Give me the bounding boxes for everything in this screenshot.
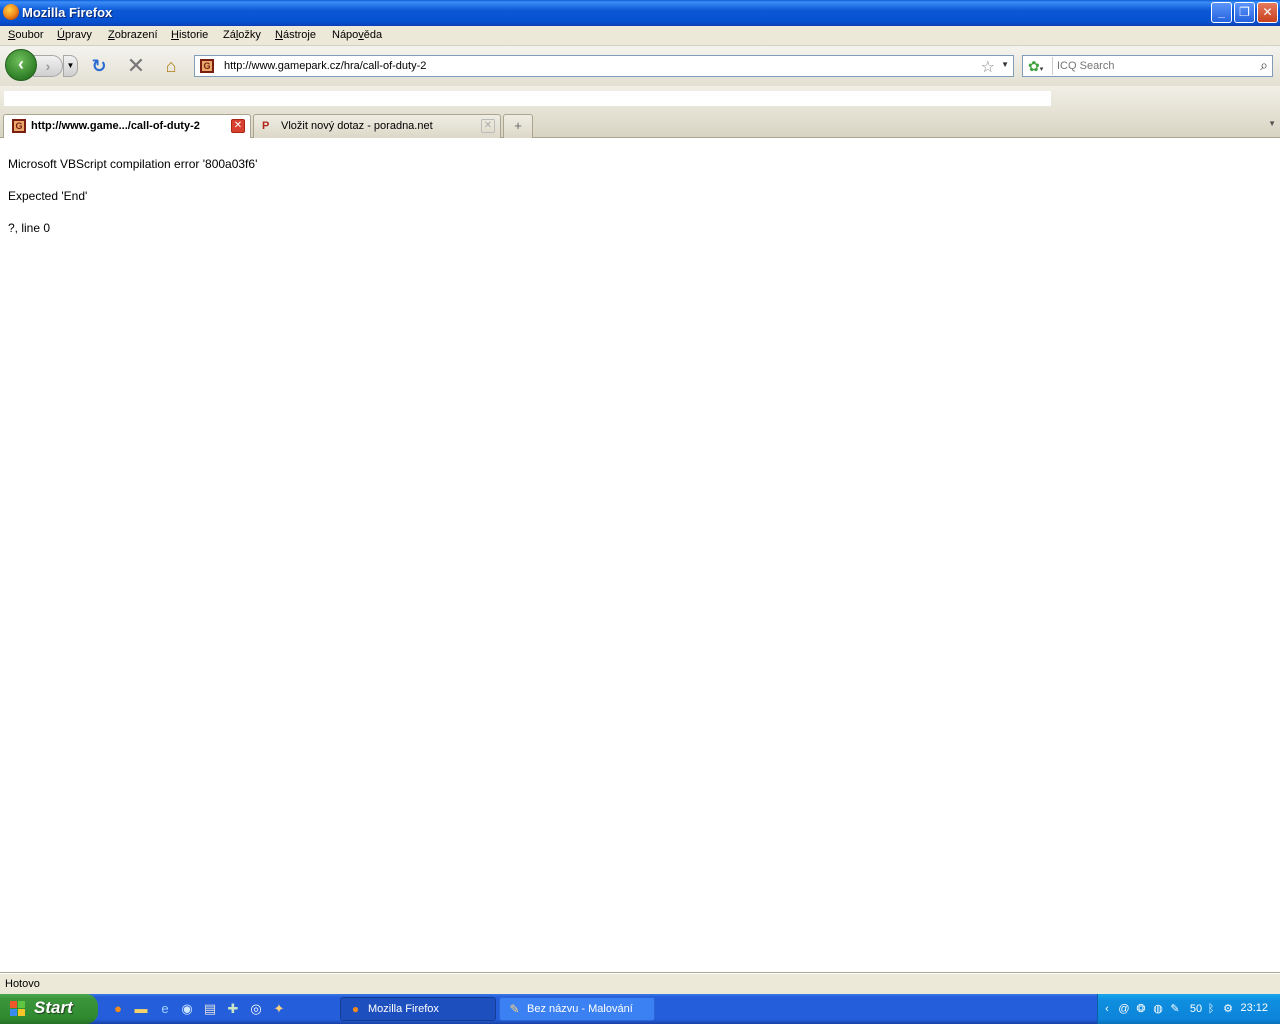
site-favicon-icon[interactable]: G	[200, 59, 214, 73]
tray-app-icon[interactable]: ❂	[1134, 1002, 1148, 1016]
url-text[interactable]: http://www.gamepark.cz/hra/call-of-duty-…	[224, 60, 426, 72]
taskbar-paint-button[interactable]: ✎ Bez názvu - Malování	[499, 997, 655, 1021]
stop-icon: ✕	[126, 53, 146, 78]
task-label: Mozilla Firefox	[368, 1003, 439, 1015]
tool-icon[interactable]: ✚	[225, 1001, 241, 1017]
bookmark-star-icon[interactable]: ☆	[981, 57, 995, 77]
reload-icon: ↻	[91, 56, 107, 76]
bookmarks-toolbar	[0, 86, 1280, 110]
taskbar: Start ● ▬ e ◉ ▤ ✚ ◎ ✦ ● Mozilla Firefox …	[0, 994, 1280, 1024]
search-engine-icon[interactable]: ✿▾	[1025, 57, 1053, 75]
start-button[interactable]: Start	[0, 994, 98, 1024]
ie-icon[interactable]: e	[157, 1001, 173, 1017]
app-icon[interactable]: ◉	[179, 1001, 195, 1017]
search-magnifier-icon[interactable]: ⌕	[1260, 57, 1268, 74]
tray-bluetooth-icon[interactable]: ᛒ	[1204, 1002, 1218, 1016]
title-bar[interactable]: Mozilla Firefox _ ❐ ✕	[0, 0, 1280, 26]
menu-bar: Soubor Úpravy Zobrazení Historie Záložky…	[0, 26, 1280, 46]
menu-napoveda[interactable]: Nápověda	[332, 29, 382, 41]
tab-close-icon[interactable]: ✕	[231, 119, 245, 133]
error-title: Microsoft VBScript compilation error '80…	[8, 157, 258, 171]
back-arrow-icon: ‹	[18, 54, 24, 74]
clock[interactable]: 23:12	[1240, 1002, 1268, 1014]
status-text: Hotovo	[5, 978, 40, 990]
menu-zalozky[interactable]: Záložky	[223, 29, 261, 41]
error-location: ?, line 0	[8, 221, 51, 235]
tray-expand-icon[interactable]: ‹	[1100, 1002, 1114, 1016]
menu-nastroje[interactable]: Nástroje	[275, 29, 316, 41]
restore-button[interactable]: ❐	[1234, 2, 1255, 23]
search-bar[interactable]: ✿▾ ⌕	[1022, 55, 1273, 77]
error-message: Expected 'End'	[8, 189, 88, 203]
minimize-button[interactable]: _	[1211, 2, 1232, 23]
search-input[interactable]	[1057, 59, 1247, 73]
tab-gamepark[interactable]: G http://www.game.../call-of-duty-2 ✕	[3, 114, 251, 139]
tab-label: Vložit nový dotaz - poradna.net	[281, 120, 433, 132]
menu-soubor[interactable]: Soubor	[8, 29, 43, 41]
poradna-favicon-icon: P	[262, 120, 270, 132]
page-content: Microsoft VBScript compilation error '80…	[0, 138, 1280, 973]
new-tab-button[interactable]: +	[503, 114, 533, 138]
start-label: Start	[34, 998, 73, 1017]
tray-email-icon[interactable]: @	[1117, 1002, 1131, 1016]
windows-flag-icon	[10, 1001, 26, 1017]
url-history-dropdown-icon[interactable]: ▼	[1001, 60, 1009, 69]
system-tray: ‹ @ ❂ ◍ ✎ 50 ᛒ ⚙ 23:12	[1097, 994, 1280, 1024]
tray-tool-icon[interactable]: ✎	[1168, 1002, 1182, 1016]
window-title: Mozilla Firefox	[22, 5, 113, 20]
stop-button[interactable]: ✕	[125, 55, 147, 77]
tray-connection-icon[interactable]: ⚙	[1221, 1002, 1235, 1016]
task-label: Bez názvu - Malování	[527, 1003, 633, 1015]
tab-list-dropdown-icon[interactable]: ▼	[1268, 119, 1276, 128]
media-icon[interactable]: ◎	[248, 1001, 264, 1017]
home-icon: ⌂	[165, 56, 177, 76]
menu-historie[interactable]: Historie	[171, 29, 208, 41]
gamepark-favicon-icon: G	[12, 119, 26, 133]
notepad-icon[interactable]: ▤	[202, 1001, 218, 1017]
tab-strip: G http://www.game.../call-of-duty-2 ✕ P …	[0, 110, 1280, 139]
folder-icon[interactable]: ▬	[133, 1001, 149, 1017]
firefox-icon[interactable]: ●	[110, 1001, 126, 1017]
chevron-down-icon: ▼	[66, 61, 75, 70]
url-bar[interactable]: G http://www.gamepark.cz/hra/call-of-dut…	[194, 55, 1014, 77]
back-button[interactable]: ‹	[5, 49, 37, 81]
home-button[interactable]: ⌂	[160, 55, 182, 77]
tab-poradna[interactable]: P Vložit nový dotaz - poradna.net ✕	[253, 114, 501, 138]
status-bar: Hotovo	[0, 973, 1280, 994]
paint-icon: ✎	[509, 1002, 520, 1016]
menu-upravy[interactable]: Úpravy	[57, 29, 92, 41]
close-button[interactable]: ✕	[1257, 2, 1278, 23]
forward-button[interactable]: ›	[33, 55, 63, 77]
plus-icon: +	[514, 118, 522, 133]
firefox-icon[interactable]	[3, 4, 19, 20]
taskbar-firefox-button[interactable]: ● Mozilla Firefox	[340, 997, 496, 1021]
forward-arrow-icon: ›	[45, 58, 51, 74]
icq-icon[interactable]: ✦	[271, 1001, 287, 1017]
history-dropdown-button[interactable]: ▼	[63, 55, 78, 77]
firefox-icon: ●	[351, 1002, 360, 1016]
reload-button[interactable]: ↻	[88, 55, 110, 77]
bookmarks-strip	[4, 91, 1051, 106]
tab-label: http://www.game.../call-of-duty-2	[31, 120, 200, 132]
tab-close-icon[interactable]: ✕	[481, 119, 495, 133]
menu-zobrazeni[interactable]: Zobrazení	[108, 29, 158, 41]
tray-network-icon[interactable]: ◍	[1151, 1002, 1165, 1016]
